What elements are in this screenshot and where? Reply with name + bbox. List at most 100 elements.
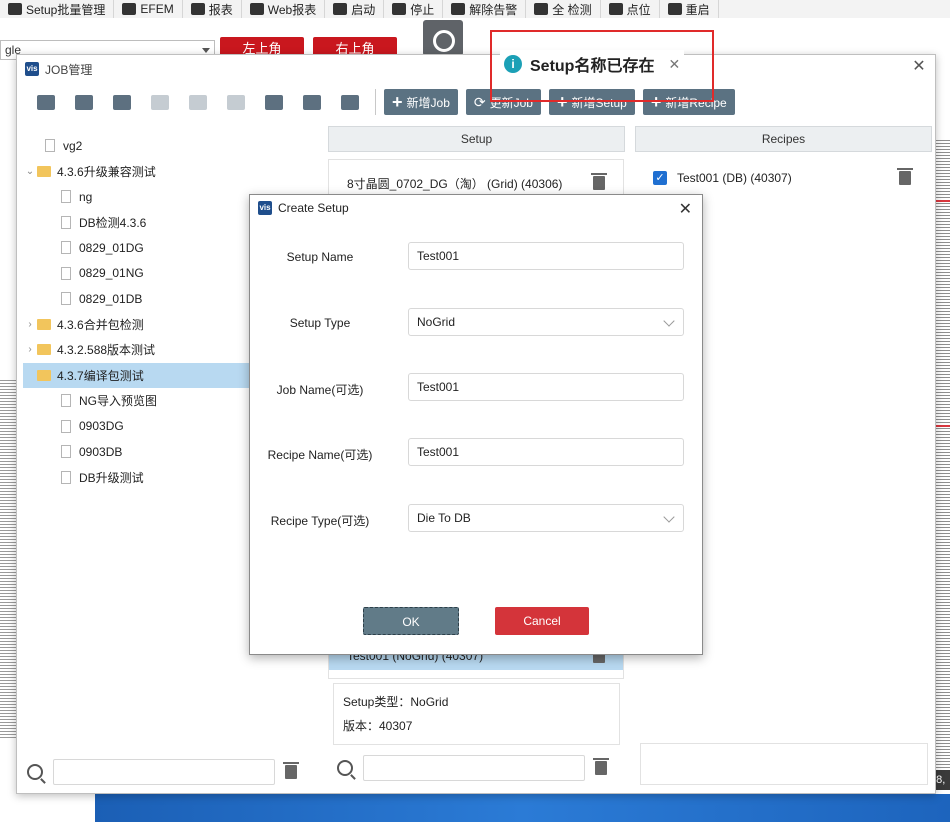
tree-structure-icon[interactable] — [103, 88, 141, 116]
history-icon[interactable] — [331, 88, 369, 116]
report-icon — [190, 3, 205, 15]
close-icon[interactable]: ✕ — [911, 59, 927, 75]
pin-icon — [608, 3, 623, 15]
toolbar-restart[interactable]: 重启 — [660, 0, 719, 18]
trash-icon[interactable] — [897, 168, 913, 185]
marker-line — [936, 200, 950, 202]
info-icon: i — [504, 55, 522, 73]
toolbar-divider — [375, 89, 376, 115]
folder-icon — [37, 318, 51, 330]
copy-icon[interactable] — [179, 88, 217, 116]
file-icon — [61, 470, 71, 484]
recipe-detail-panel — [640, 743, 928, 785]
tree-item-label: 0829_01DG — [79, 240, 144, 255]
create-setup-dialog: vis Create Setup ✕ Setup Name Test001 Se… — [249, 194, 703, 655]
close-icon[interactable]: ✕ — [668, 56, 680, 73]
job-name-label: Job Name(可选) — [276, 383, 364, 397]
job-name-field[interactable]: Test001 — [408, 373, 684, 401]
recipe-name-field[interactable]: Test001 — [408, 438, 684, 466]
toolbar-start[interactable]: 启动 — [325, 0, 385, 18]
taskbar — [95, 794, 950, 822]
tree-item-label: 4.3.6升级兼容测试 — [57, 164, 156, 179]
recipe-name-label: Recipe Name(可选) — [267, 448, 373, 462]
trash-icon[interactable] — [593, 758, 609, 775]
toolbar-report[interactable]: 报表 — [183, 0, 242, 18]
list-item[interactable]: ✓ Test001 (DB) (40307) — [635, 159, 929, 197]
window-title: JOB管理 — [45, 62, 93, 77]
list-icon — [8, 3, 22, 15]
toolbar-efem[interactable]: EFEM — [114, 0, 183, 18]
setup-name-field[interactable]: Test001 — [408, 242, 684, 270]
tree-item-label: 0829_01DB — [79, 291, 143, 306]
tree-item-label: NG导入预览图 — [79, 394, 158, 409]
job-toolbar: + 新增Job ⟳ 更新Job + 新增Setup + 新增Recipe — [17, 85, 935, 119]
tree-item-label: vg2 — [63, 138, 83, 153]
toolbar-setup-batch[interactable]: Setup批量管理 — [0, 0, 115, 18]
ok-button[interactable]: OK — [363, 607, 459, 635]
wafer-map-right — [936, 140, 950, 770]
tree-search-input[interactable] — [53, 759, 275, 785]
trash-icon[interactable] — [591, 173, 607, 190]
close-icon[interactable]: ✕ — [679, 199, 692, 219]
delete-icon[interactable] — [293, 88, 331, 116]
tree-item[interactable]: ⌄ 4.3.6升级兼容测试 — [23, 159, 323, 185]
folder-icon[interactable] — [65, 88, 103, 116]
tree-item-label: DB升级测试 — [79, 470, 144, 485]
tree-item-label: DB检测4.3.6 — [79, 215, 147, 230]
tree-item[interactable]: vg2 — [23, 133, 323, 159]
setup-search-bar — [337, 755, 622, 781]
folder-icon — [37, 369, 51, 381]
tree-item-label: 0903DG — [79, 419, 124, 434]
file-icon — [61, 241, 71, 255]
tree-item-label: 0903DB — [79, 444, 123, 459]
open-folder-icon[interactable] — [27, 88, 65, 116]
stop-icon — [392, 3, 407, 15]
list-item[interactable]: 8寸晶圆_0702_DG（淘） (Grid) (40306) — [329, 169, 623, 197]
trash-icon[interactable] — [283, 762, 299, 779]
toolbar-web-report[interactable]: Web报表 — [242, 0, 326, 18]
folder-icon — [37, 165, 51, 177]
file-icon — [45, 139, 55, 153]
file-icon — [61, 419, 71, 433]
search-icon[interactable] — [27, 764, 43, 780]
recipe-type-label: Recipe Type(可选) — [270, 514, 370, 528]
chevron-down-icon[interactable]: ⌄ — [23, 166, 37, 177]
setup-header: Setup — [328, 126, 625, 152]
recipe-type-select[interactable]: Die To DB — [408, 504, 684, 532]
add-job-button[interactable]: + 新增Job — [384, 89, 458, 115]
rename-icon[interactable] — [255, 88, 293, 116]
setup-type-select[interactable]: NoGrid — [408, 308, 684, 336]
setup-name-label: Setup Name — [286, 250, 354, 264]
bell-off-icon — [451, 3, 466, 15]
setup-type-label: Setup Type — [289, 316, 351, 330]
file-icon — [61, 445, 71, 459]
toolbar-stop[interactable]: 停止 — [384, 0, 444, 18]
toolbar-point[interactable]: 点位 — [601, 0, 660, 18]
play-icon — [534, 3, 549, 15]
plus-icon: + — [392, 92, 403, 112]
paste-icon[interactable] — [217, 88, 255, 116]
chevron-right-icon[interactable]: › — [23, 344, 37, 355]
recipes-header: Recipes — [635, 126, 932, 152]
cancel-button[interactable]: Cancel — [495, 607, 589, 635]
tree-item-label: 4.3.6合并包检测 — [57, 317, 144, 332]
chevron-right-icon[interactable]: › — [23, 319, 37, 330]
file-icon — [61, 266, 71, 280]
dialog-title: Create Setup — [278, 201, 349, 215]
file-icon — [61, 190, 71, 204]
tree-item-label: ng — [79, 189, 93, 204]
toolbar-full-inspect[interactable]: 全 检测 — [526, 0, 601, 18]
marker-line — [936, 425, 950, 427]
tree-search-bar — [27, 759, 317, 785]
cut-icon[interactable] — [141, 88, 179, 116]
refresh-icon: ⟳ — [473, 93, 486, 110]
wafer-map-left — [0, 380, 16, 740]
file-icon — [61, 292, 71, 306]
setup-search-input[interactable] — [363, 755, 585, 781]
dialog-titlebar: vis Create Setup — [258, 201, 349, 215]
toolbar-clear-alarm[interactable]: 解除告警 — [443, 0, 527, 18]
checkbox[interactable]: ✓ — [653, 171, 667, 185]
toast-message: Setup名称已存在 — [530, 58, 655, 75]
camera-icon[interactable] — [423, 20, 463, 56]
search-icon[interactable] — [337, 760, 353, 776]
